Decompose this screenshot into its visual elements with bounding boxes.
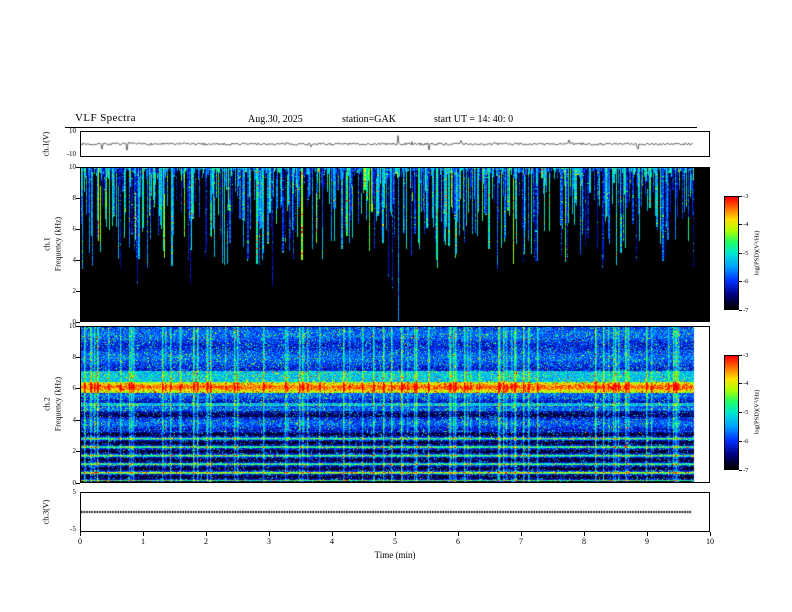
colorbar-tick-mark: [739, 224, 742, 225]
freq-tick-label: 4: [72, 255, 77, 264]
colorbar-tick-label: -5: [743, 249, 749, 257]
ch2-spectrogram-canvas: [81, 327, 709, 482]
freq-tick-label: 8: [72, 352, 77, 361]
title-rule: [65, 127, 697, 128]
colorbar-tick-label: -4: [743, 221, 749, 228]
freq-tick-label: 10: [69, 321, 76, 330]
time-tick-mark: [143, 532, 144, 536]
figure-title: VLF Spectra: [75, 112, 136, 124]
time-axis-label: Time (min): [374, 550, 416, 560]
freq-tick-mark: [76, 228, 80, 230]
freq-tick-mark: [76, 482, 80, 484]
time-tick-label: 6: [456, 537, 460, 546]
colorbar-tick-label: -3: [743, 192, 749, 200]
colorbar-tick-mark: [739, 469, 742, 471]
freq-tick-mark: [76, 388, 80, 390]
freq-tick-label: 4: [72, 415, 77, 424]
ch3-waveform-canvas: [81, 493, 709, 531]
freq-tick-mark: [76, 419, 80, 421]
time-tick-mark: [458, 532, 459, 536]
colorbar-tick-mark: [739, 383, 742, 385]
time-tick-mark: [584, 532, 585, 536]
ch1-spectrogram-panel: [80, 167, 710, 322]
colorbar-tick-mark: [739, 252, 742, 254]
vlf-spectra-figure: VLF Spectra Aug.30, 2025 station=GAK sta…: [0, 0, 792, 612]
freq-tick-mark: [76, 290, 80, 292]
sp1-channel-label: ch.1: [42, 237, 52, 251]
freq-tick-mark: [76, 356, 80, 358]
freq-tick-label: 2: [72, 447, 77, 456]
freq-tick-mark: [76, 321, 80, 323]
colorbar-tick-mark: [739, 281, 742, 282]
colorbar2-canvas: [725, 356, 738, 469]
freq-tick-mark: [76, 325, 80, 327]
time-tick-label: 8: [582, 537, 586, 546]
colorbar1-canvas: [725, 197, 738, 309]
time-tick-label: 10: [706, 537, 714, 546]
colorbar2-label: log(PSD)(V²/Hz): [753, 389, 761, 435]
time-tick-label: 5: [393, 537, 397, 546]
time-tick-mark: [80, 532, 81, 536]
colorbar-tick-mark: [739, 354, 742, 356]
figure-station: station=GAK: [342, 114, 396, 125]
freq-tick-mark: [76, 166, 80, 168]
freq-tick-label: 0: [72, 478, 77, 487]
colorbar1-label: log(PSD)(V²/Hz): [753, 230, 761, 276]
ch1-wave-ylabel: ch.1(V): [41, 131, 51, 157]
colorbar1-panel: [724, 196, 739, 310]
ch1-wave-ymax-label: 10: [69, 127, 76, 135]
ch2-spectrogram-panel: [80, 326, 710, 483]
colorbar-tick-mark: [739, 412, 742, 413]
freq-tick-mark: [76, 197, 80, 199]
time-tick-mark: [332, 532, 333, 536]
time-tick-label: 3: [267, 537, 271, 546]
ch3-wave-ymin-label: -5: [70, 525, 76, 533]
colorbar-tick-label: -6: [743, 278, 749, 285]
freq-tick-label: 6: [72, 224, 77, 233]
time-tick-mark: [206, 532, 207, 536]
colorbar2-panel: [724, 355, 739, 470]
time-tick-label: 4: [330, 537, 334, 546]
time-tick-label: 1: [141, 537, 145, 546]
ch3-waveform-panel: [80, 492, 710, 532]
freq-tick-label: 2: [72, 286, 77, 295]
colorbar-tick-label: -4: [743, 380, 749, 388]
colorbar-tick-label: -7: [743, 466, 749, 474]
ch3-wave-ylabel: ch.3(V): [41, 499, 51, 525]
freq-tick-mark: [76, 259, 80, 261]
freq-tick-mark: [76, 451, 80, 453]
freq-tick-label: 8: [72, 193, 77, 202]
colorbar-tick-label: -7: [743, 306, 749, 314]
ch3-wave-ymax-label: 5: [72, 488, 77, 496]
time-tick-mark: [710, 532, 711, 536]
time-tick-mark: [269, 532, 270, 536]
ch1-spectrogram-canvas: [81, 168, 709, 321]
sp2-channel-label: ch.2: [42, 397, 52, 411]
freq-tick-label: 10: [69, 162, 76, 171]
freq-tick-label: 6: [72, 384, 77, 393]
figure-date: Aug.30, 2025: [248, 114, 303, 125]
colorbar-tick-label: -3: [743, 351, 749, 359]
ch1-waveform-canvas: [81, 132, 709, 156]
time-tick-mark: [521, 532, 522, 536]
ch1-waveform-panel: [80, 131, 710, 157]
time-tick-mark: [647, 532, 648, 536]
time-tick-label: 0: [78, 537, 82, 546]
colorbar-tick-mark: [739, 309, 742, 311]
time-tick-label: 2: [204, 537, 208, 546]
time-tick-label: 9: [645, 537, 649, 546]
figure-start-ut: start UT = 14: 40: 0: [434, 114, 514, 125]
time-tick-mark: [395, 532, 396, 536]
colorbar-tick-mark: [739, 195, 742, 197]
colorbar-tick-mark: [739, 440, 742, 442]
colorbar-tick-label: -5: [743, 409, 749, 416]
colorbar-tick-label: -6: [743, 437, 749, 445]
ch1-wave-ymin-label: -10: [66, 150, 76, 158]
time-tick-label: 7: [519, 537, 523, 546]
